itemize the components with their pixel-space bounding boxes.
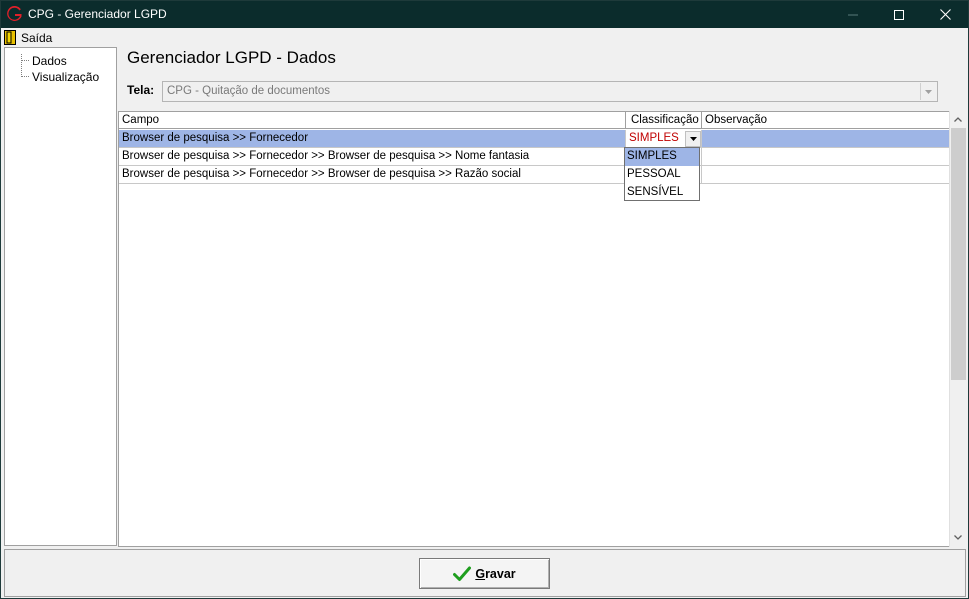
table-row[interactable]: Browser de pesquisa >> Fornecedor SIMPLE… <box>119 130 950 148</box>
minimize-button[interactable] <box>830 1 876 28</box>
chevron-up-icon <box>954 117 962 122</box>
minimize-icon <box>848 14 858 15</box>
page-title: Gerenciador LGPD - Dados <box>127 48 336 67</box>
save-button-label: Gravar <box>475 567 515 581</box>
title-bar[interactable]: CPG - Gerenciador LGPD <box>1 1 968 28</box>
tree-item-label: Dados <box>32 53 67 68</box>
tela-select-value: CPG - Quitação de documentos <box>167 85 330 97</box>
scroll-down-button[interactable] <box>950 529 966 546</box>
cell-observacao[interactable] <box>702 148 950 166</box>
save-label-rest: ravar <box>485 566 516 581</box>
maximize-icon <box>894 9 904 20</box>
classificacao-dropdown-button[interactable] <box>685 131 701 147</box>
tree-branch <box>22 60 29 61</box>
tela-select[interactable]: CPG - Quitação de documentos <box>162 81 938 102</box>
menu-exit-label: Saída <box>21 30 53 45</box>
dropdown-option-simples[interactable]: SIMPLES <box>625 148 699 166</box>
scroll-up-button[interactable] <box>950 111 966 128</box>
scroll-thumb[interactable] <box>951 128 966 380</box>
tree-item-visualizacao[interactable]: Visualização <box>5 69 99 84</box>
menu-exit[interactable]: Saída <box>4 29 52 46</box>
cell-observacao[interactable] <box>702 166 950 184</box>
chevron-down-icon <box>689 137 697 141</box>
dropdown-option-pessoal[interactable]: PESSOAL <box>625 166 699 184</box>
exit-door-icon <box>4 30 16 45</box>
checkmark-icon <box>453 566 472 581</box>
classificacao-dropdown-list: SIMPLES PESSOAL SENSÍVEL <box>624 147 700 201</box>
column-header-observacao[interactable]: Observação <box>702 112 950 129</box>
close-button[interactable] <box>922 1 968 28</box>
save-hotkey: G <box>475 566 486 581</box>
tree-item-dados[interactable]: Dados <box>5 53 67 68</box>
cell-observacao[interactable] <box>702 130 950 148</box>
save-button[interactable]: Gravar <box>419 558 550 589</box>
tela-label: Tela: <box>127 83 155 97</box>
column-header-classificacao[interactable]: Classificação <box>626 112 702 129</box>
tela-select-dropdown-button[interactable] <box>920 83 936 100</box>
app-logo-icon <box>7 6 22 21</box>
tree-branch <box>22 76 29 77</box>
main-window: CPG - Gerenciador LGPD Saída Dados Visua… <box>0 0 969 599</box>
cell-classificacao-editor[interactable]: SIMPLES <box>626 130 702 148</box>
chevron-down-icon <box>925 89 932 94</box>
navigation-tree: Dados Visualização <box>4 47 117 546</box>
table-row[interactable]: Browser de pesquisa >> Fornecedor >> Bro… <box>119 148 950 166</box>
maximize-button[interactable] <box>876 1 922 28</box>
window-title: CPG - Gerenciador LGPD <box>28 7 167 21</box>
close-icon <box>939 9 951 20</box>
cell-campo[interactable]: Browser de pesquisa >> Fornecedor >> Bro… <box>119 166 626 184</box>
column-header-campo[interactable]: Campo <box>119 112 626 129</box>
cell-campo[interactable]: Browser de pesquisa >> Fornecedor >> Bro… <box>119 148 626 166</box>
table-row[interactable]: Browser de pesquisa >> Fornecedor >> Bro… <box>119 166 950 184</box>
chevron-down-icon <box>954 535 962 540</box>
classificacao-editor-value: SIMPLES <box>629 132 679 144</box>
data-grid[interactable]: Campo Classificação Observação Browser d… <box>118 111 966 547</box>
grid-vertical-scrollbar[interactable] <box>949 111 966 547</box>
menu-bar: Saída <box>1 28 968 47</box>
dropdown-option-sensivel[interactable]: SENSÍVEL <box>625 184 699 202</box>
cell-campo[interactable]: Browser de pesquisa >> Fornecedor <box>119 130 626 148</box>
tree-item-label: Visualização <box>32 69 100 84</box>
grid-header: Campo Classificação Observação <box>119 112 950 129</box>
